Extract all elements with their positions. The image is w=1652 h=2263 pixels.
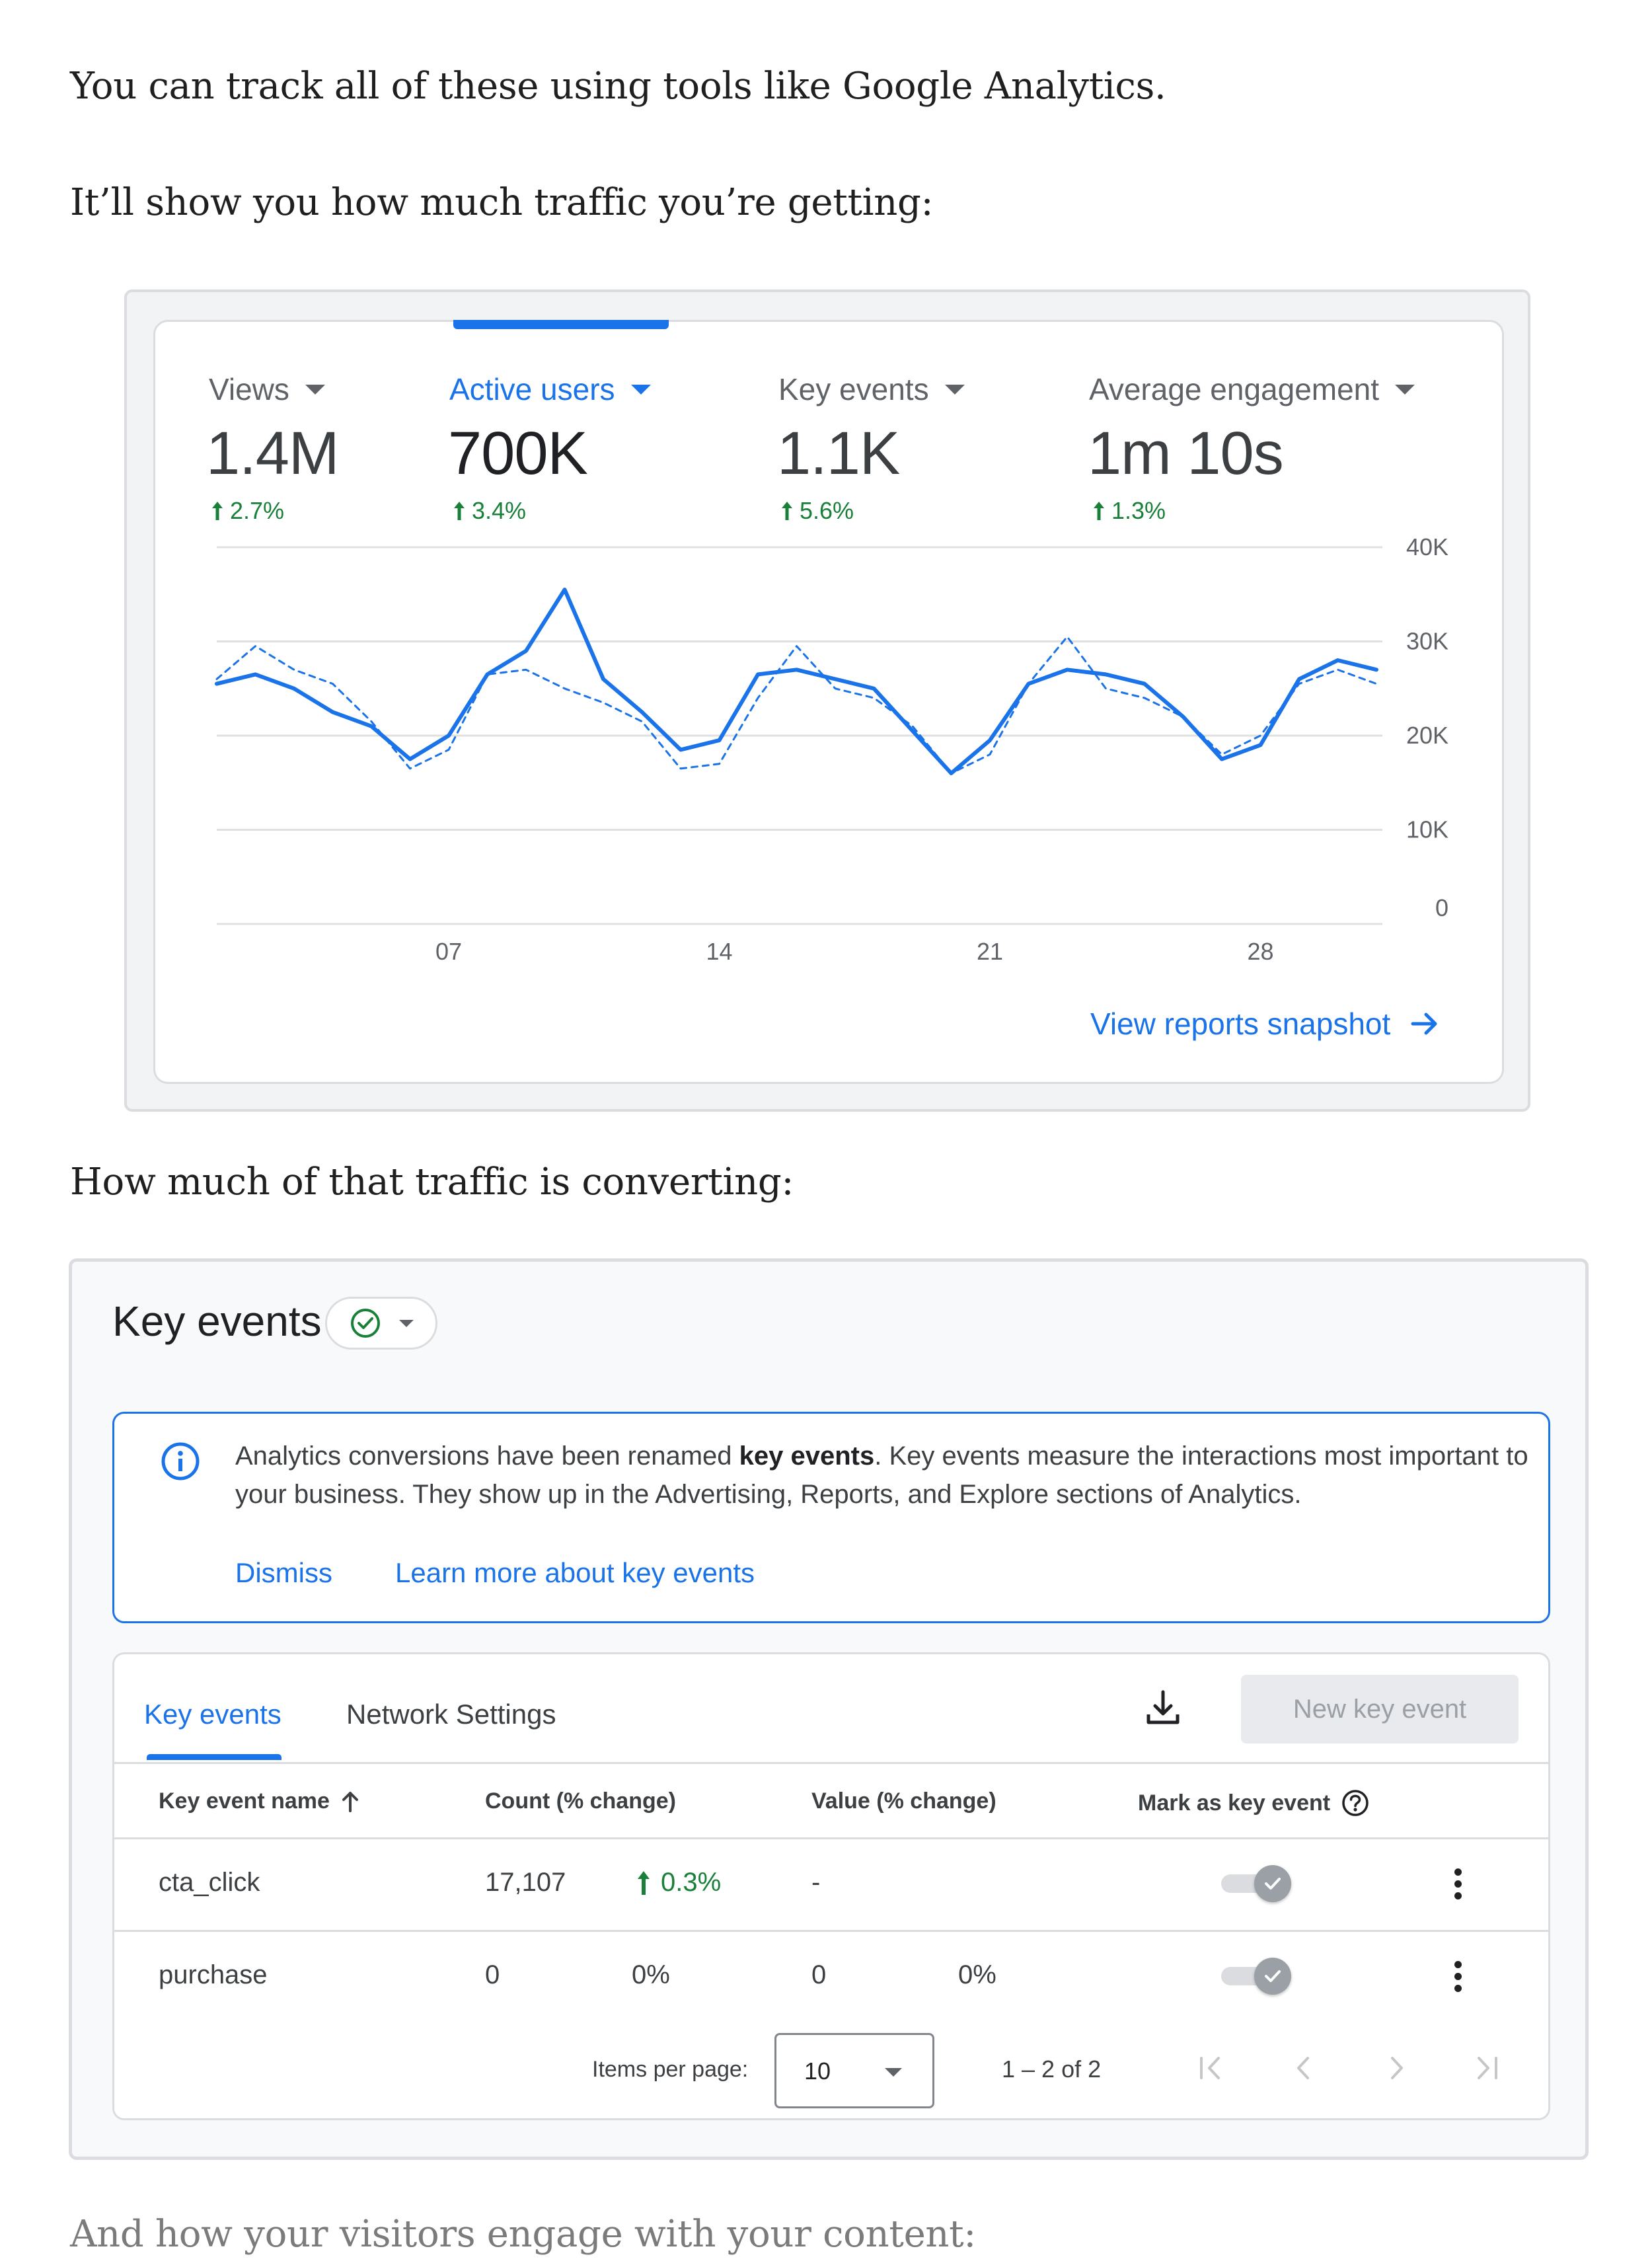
metric-views-selector[interactable]: Views — [209, 371, 325, 407]
caret-down-icon — [885, 2068, 902, 2077]
check-icon — [1265, 1878, 1281, 1890]
row-purchase-count: 0 — [485, 1960, 500, 1989]
caret-down-icon — [944, 384, 965, 395]
row-purchase-count-change: 0% — [632, 1960, 670, 1989]
caret-down-icon — [399, 1319, 414, 1327]
table-divider — [114, 1762, 1548, 1764]
pagination-range: 1 – 2 of 2 — [1002, 2055, 1102, 2083]
table-divider — [114, 1837, 1548, 1839]
metric-active-users-value: 700K — [448, 420, 588, 487]
metric-views-change: 2.7% — [210, 497, 284, 525]
metric-engagement-selector[interactable]: Average engagement — [1089, 371, 1415, 407]
metric-key-events-selector[interactable]: Key events — [778, 371, 965, 407]
paragraph-converting: How much of that traffic is converting: — [70, 1161, 794, 1204]
next-page-icon[interactable] — [1380, 2052, 1413, 2085]
arrow-up-icon — [1094, 502, 1104, 520]
metric-views-label: Views — [209, 372, 289, 406]
x-tick-label: 14 — [706, 938, 732, 965]
last-page-icon[interactable] — [1470, 2052, 1503, 2085]
row-cta-click-name: cta_click — [159, 1868, 260, 1897]
row-purchase-value: 0 — [811, 1960, 827, 1989]
sort-ascending-icon — [342, 1791, 358, 1812]
paragraph-engagement: And how your visitors engage with your c… — [70, 2213, 976, 2256]
more-vert-icon[interactable] — [1445, 1859, 1471, 1909]
arrow-up-icon — [454, 502, 465, 520]
dismiss-button[interactable]: Dismiss — [235, 1557, 332, 1589]
first-page-icon[interactable] — [1195, 2052, 1228, 2085]
y-tick-label: 20K — [1406, 722, 1448, 749]
new-key-event-button[interactable]: New key event — [1241, 1675, 1519, 1744]
series-line-active-users — [215, 588, 1378, 775]
metric-key-events-value: 1.1K — [777, 420, 900, 487]
series-line-comparison — [215, 635, 1378, 775]
info-icon — [161, 1442, 200, 1480]
x-tick-label: 07 — [435, 938, 462, 965]
help-icon[interactable] — [1341, 1788, 1370, 1818]
metric-active-users-label: Active users — [449, 372, 615, 406]
row-purchase-value-change: 0% — [958, 1960, 996, 1989]
check-icon — [1265, 1970, 1281, 1982]
metric-key-events-change: 5.6% — [780, 497, 854, 525]
row-cta-click-value: - — [811, 1868, 821, 1897]
y-tick-label: 0 — [1435, 894, 1448, 921]
row-purchase-name: purchase — [159, 1960, 268, 1989]
download-icon[interactable] — [1143, 1688, 1183, 1728]
column-header-name[interactable]: Key event name — [159, 1788, 360, 1814]
arrow-up-icon — [782, 502, 792, 520]
metric-active-users-change: 3.4% — [452, 497, 526, 525]
paragraph-traffic: It’ll show you how much traffic you’re g… — [70, 181, 934, 224]
active-metric-indicator — [453, 320, 669, 329]
y-tick-label: 30K — [1406, 628, 1448, 655]
active-users-line-chart: 0 10K 20K 30K 40K 07 14 21 28 — [215, 533, 1448, 965]
mark-key-event-toggle[interactable] — [1220, 1958, 1291, 1995]
row-cta-click-count-change: 0.3% — [636, 1868, 721, 1898]
metric-key-events-label: Key events — [778, 372, 929, 406]
y-tick-label: 10K — [1406, 816, 1448, 843]
column-header-count[interactable]: Count (% change) — [485, 1788, 676, 1814]
y-tick-label: 40K — [1406, 533, 1448, 560]
mark-key-event-toggle[interactable] — [1220, 1865, 1291, 1902]
column-header-mark: Mark as key event — [1138, 1788, 1370, 1818]
key-events-status-dropdown[interactable] — [325, 1297, 437, 1350]
caret-down-icon — [1395, 384, 1415, 395]
metric-engagement-label: Average engagement — [1089, 372, 1380, 406]
caret-down-icon — [305, 384, 325, 395]
key-events-title: Key events — [112, 1297, 322, 1345]
metric-active-users-selector[interactable]: Active users — [449, 371, 651, 407]
x-tick-label: 21 — [977, 938, 1003, 965]
arrow-up-icon — [638, 1870, 650, 1895]
column-header-value[interactable]: Value (% change) — [811, 1788, 996, 1814]
tab-key-events[interactable]: Key events — [144, 1699, 282, 1730]
previous-page-icon[interactable] — [1287, 2052, 1320, 2085]
x-tick-label: 28 — [1247, 938, 1273, 965]
active-tab-indicator — [147, 1754, 282, 1760]
metric-engagement-change: 1.3% — [1092, 497, 1166, 525]
banner-message: Analytics conversions have been renamed … — [235, 1441, 1528, 1509]
items-per-page-select[interactable]: 10 — [774, 2033, 934, 2108]
caret-down-icon — [630, 384, 651, 395]
arrow-up-icon — [212, 502, 223, 520]
table-divider — [114, 1930, 1548, 1932]
check-circle-icon — [351, 1309, 380, 1338]
items-per-page-label: Items per page: — [592, 2057, 749, 2082]
learn-more-link[interactable]: Learn more about key events — [395, 1557, 755, 1589]
paragraph-intro: You can track all of these using tools l… — [70, 65, 1166, 108]
more-vert-icon[interactable] — [1445, 1951, 1471, 2001]
arrow-right-icon — [1411, 1013, 1437, 1035]
metric-views-value: 1.4M — [206, 420, 340, 487]
tab-network-settings[interactable]: Network Settings — [346, 1699, 556, 1730]
view-reports-snapshot-link[interactable]: View reports snapshot — [1090, 1006, 1439, 1042]
row-cta-click-count: 17,107 — [485, 1868, 566, 1897]
metric-engagement-value: 1m 10s — [1088, 420, 1284, 487]
